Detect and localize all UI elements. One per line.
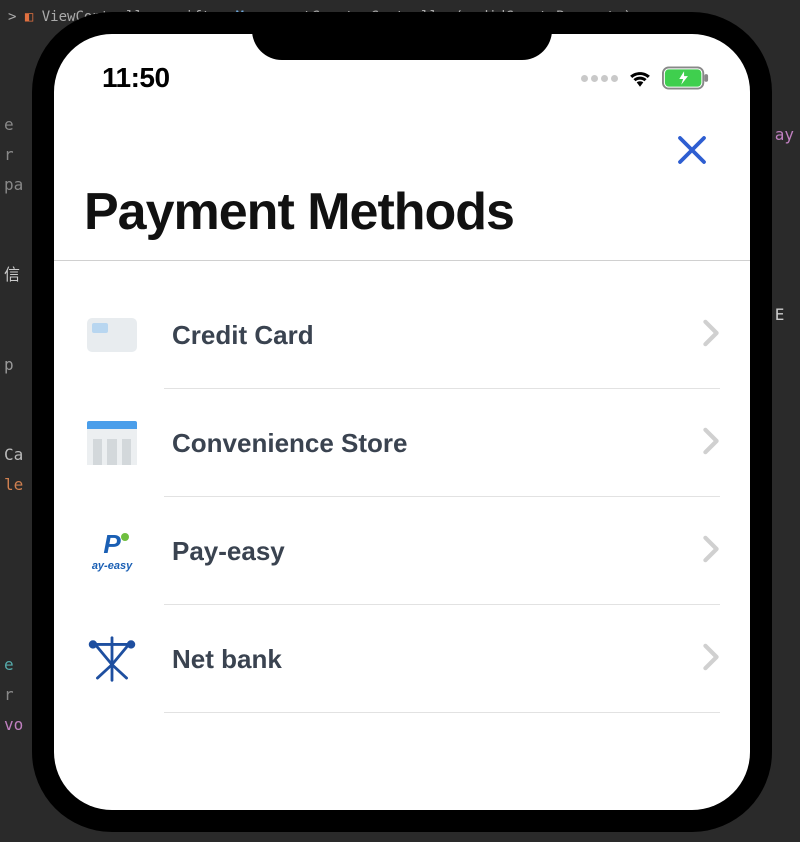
status-right [581,66,710,90]
chevron-right-icon [702,535,720,568]
iphone-device-frame: 11:50 [32,12,772,832]
credit-card-icon [84,307,140,363]
wifi-icon [626,67,654,89]
payment-method-label: Pay-easy [172,536,670,567]
iphone-notch [252,12,552,60]
payeasy-icon: Pay-easy [84,523,140,579]
close-icon [674,132,710,168]
cellular-dots-icon [581,75,618,82]
payment-method-label: Credit Card [172,320,670,351]
page-title: Payment Methods [54,182,750,260]
payment-method-credit-card[interactable]: Credit Card [54,281,750,389]
payment-method-convenience-store[interactable]: Convenience Store [54,389,750,497]
payment-method-label: Net bank [172,644,670,675]
payment-method-netbank[interactable]: Net bank [54,605,750,713]
payment-method-label: Convenience Store [172,428,670,459]
payment-methods-list: Credit Card Convenience Store Pay-easy [54,261,750,713]
chevron-right-icon [702,427,720,460]
battery-icon [662,66,710,90]
chevron-right-icon [702,319,720,352]
iphone-screen: 11:50 [54,34,750,810]
close-button[interactable] [670,128,714,172]
status-time: 11:50 [102,62,170,94]
netbank-icon [84,631,140,687]
payment-method-payeasy[interactable]: Pay-easy Pay-easy [54,497,750,605]
chevron-right-icon [702,643,720,676]
nav-bar [54,98,750,182]
store-icon [84,415,140,471]
